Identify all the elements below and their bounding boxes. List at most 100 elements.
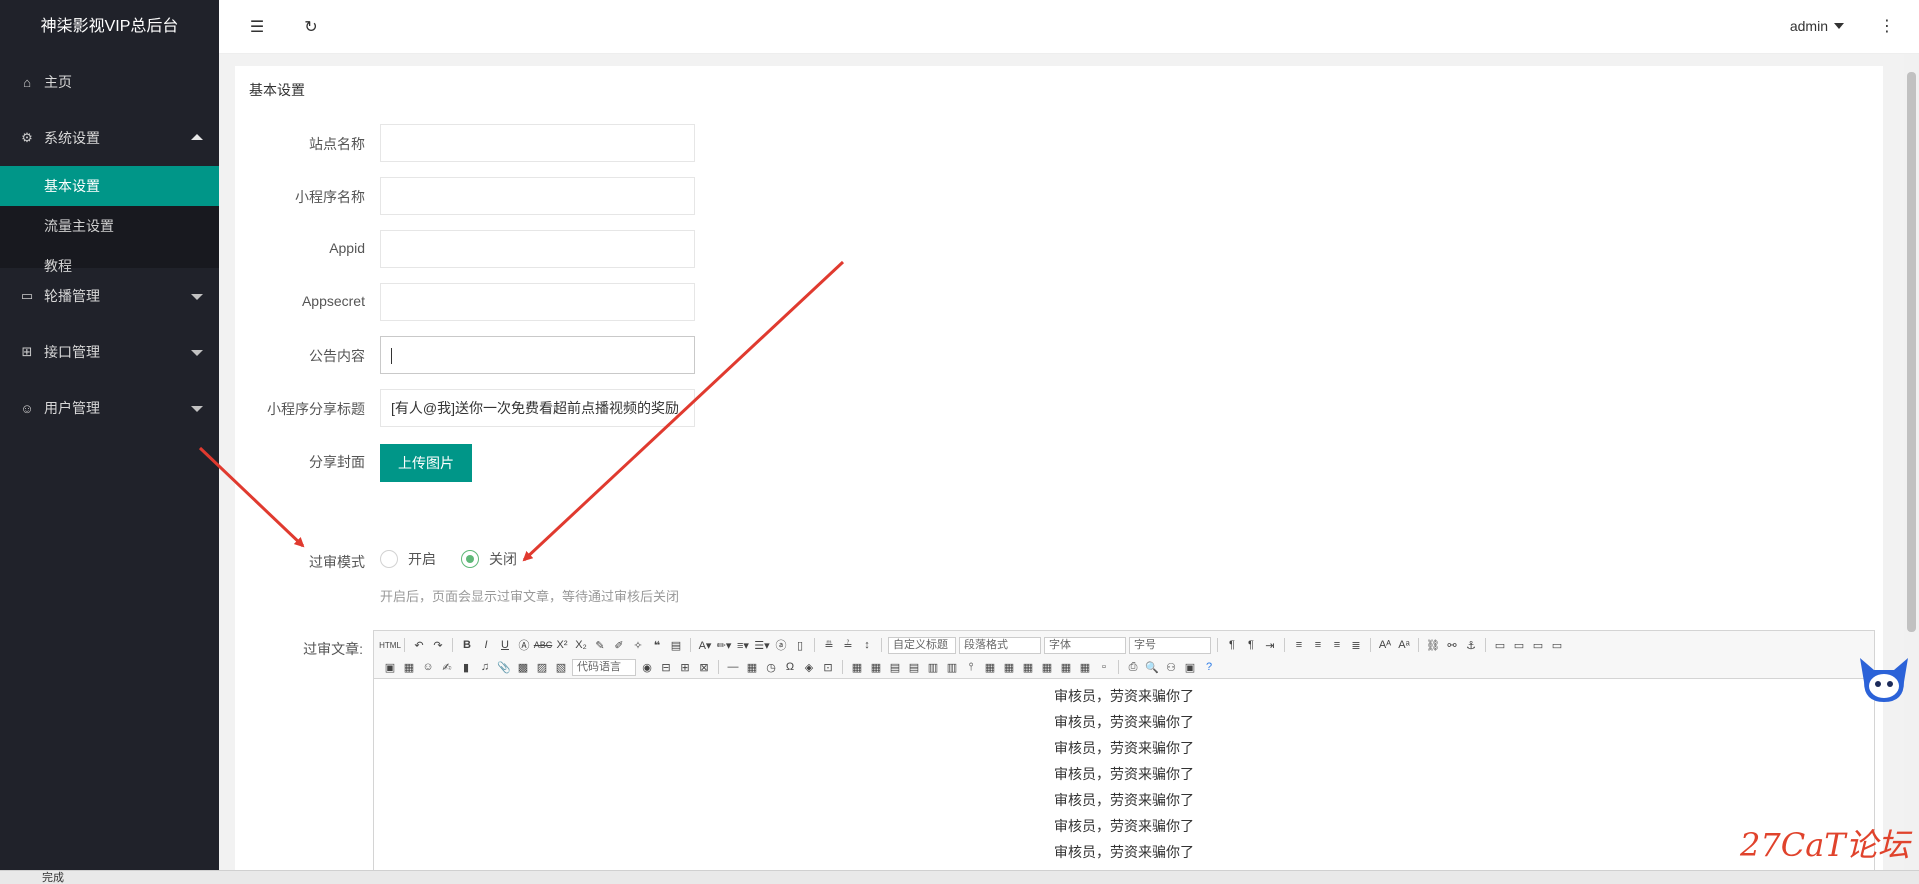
map-icon[interactable]: ▩ <box>515 659 531 675</box>
row-spacing-bottom-icon[interactable]: ≟ <box>840 637 856 653</box>
time-icon[interactable]: ◷ <box>763 659 779 675</box>
background-icon[interactable]: ⊟ <box>658 659 674 675</box>
snapscreen-icon[interactable]: ◈ <box>801 659 817 675</box>
italic-icon[interactable]: I <box>478 637 494 653</box>
menu-collapse-icon[interactable]: ☰ <box>247 17 267 37</box>
scrawl-icon[interactable]: ✍ <box>439 659 455 675</box>
eraser-icon[interactable]: ✎ <box>592 637 608 653</box>
lowercase-icon[interactable]: Aᵃ <box>1396 637 1412 653</box>
custom-heading-select[interactable]: 自定义标题 <box>888 636 956 654</box>
print-icon[interactable]: ⎙ <box>1125 659 1141 675</box>
highlight-color-icon[interactable]: ✏▾ <box>716 637 732 653</box>
nav-item-system-settings[interactable]: ⚙ 系统设置 <box>0 110 219 166</box>
paragraph-format-select[interactable]: 段落格式 <box>959 636 1041 654</box>
music-icon[interactable]: ♫ <box>477 659 493 675</box>
paste-plain-icon[interactable]: ▤ <box>668 637 684 653</box>
insert-video-icon[interactable]: ▮ <box>458 659 474 675</box>
word-count-icon[interactable]: ▣ <box>1182 659 1198 675</box>
special-chars-icon[interactable]: Ω <box>782 659 798 675</box>
superscript-icon[interactable]: X² <box>554 637 570 653</box>
mini-name-input[interactable] <box>380 177 695 215</box>
row-spacing-top-icon[interactable]: ≞ <box>821 637 837 653</box>
wordimage-icon[interactable]: ⊠ <box>696 659 712 675</box>
clear-doc-icon[interactable]: ▯ <box>792 637 808 653</box>
bold-icon[interactable]: B <box>459 637 475 653</box>
horizontal-rule-icon[interactable]: — <box>725 659 741 675</box>
review-on-radio[interactable]: 开启 <box>380 549 436 569</box>
strikethrough-icon[interactable]: ABC <box>534 637 553 653</box>
auto-typeset-icon[interactable]: ✧ <box>630 637 646 653</box>
review-off-radio[interactable]: 关闭 <box>461 549 517 569</box>
user-menu[interactable]: admin <box>1790 18 1844 34</box>
redo-icon[interactable]: ↷ <box>430 637 446 653</box>
notice-input[interactable] <box>380 336 695 374</box>
line-height-icon[interactable]: ↕ <box>859 637 875 653</box>
appid-input[interactable] <box>380 230 695 268</box>
rtl-icon[interactable]: ¶ <box>1243 637 1259 653</box>
format-brush-icon[interactable]: ✐ <box>611 637 627 653</box>
underline-icon[interactable]: U <box>497 637 513 653</box>
chart-icon[interactable]: ▫ <box>1096 659 1112 675</box>
appsecret-input[interactable] <box>380 283 695 321</box>
merge-cells-icon[interactable]: ▦ <box>982 659 998 675</box>
font-color-icon[interactable]: A▾ <box>697 637 713 653</box>
drafts-icon[interactable]: ⚇ <box>1163 659 1179 675</box>
image-center-icon[interactable]: ▭ <box>1549 637 1565 653</box>
template-icon[interactable]: ⊞ <box>677 659 693 675</box>
preview-icon[interactable]: 🔍 <box>1144 659 1160 675</box>
align-right-icon[interactable]: ≡ <box>1329 637 1345 653</box>
align-justify-icon[interactable]: ≣ <box>1348 637 1364 653</box>
searchreplace-icon[interactable]: ⊡ <box>820 659 836 675</box>
merge-right-icon[interactable]: ▦ <box>1001 659 1017 675</box>
insert-table-icon[interactable]: ▦ <box>849 659 865 675</box>
align-center-icon[interactable]: ≡ <box>1310 637 1326 653</box>
page-break-icon[interactable]: ◉ <box>639 659 655 675</box>
nav-item-home[interactable]: ⌂ 主页 <box>0 54 219 110</box>
upload-image-button[interactable]: 上传图片 <box>380 444 472 482</box>
subnav-item-basic-settings[interactable]: 基本设置 <box>0 166 219 206</box>
image-none-icon[interactable]: ▭ <box>1492 637 1508 653</box>
split-rows-icon[interactable]: ▦ <box>1058 659 1074 675</box>
refresh-icon[interactable]: ↻ <box>301 17 321 37</box>
link-icon[interactable]: ⛓ <box>1425 637 1441 653</box>
ltr-icon[interactable]: ¶ <box>1224 637 1240 653</box>
unordered-list-icon[interactable]: ☰▾ <box>754 637 770 653</box>
page-scrollbar[interactable] <box>1904 54 1919 870</box>
select-all-icon[interactable]: ⓐ <box>773 637 789 653</box>
mascot-icon[interactable] <box>1854 648 1914 710</box>
share-title-input[interactable]: [有人@我]送你一次免费看超前点播视频的奖励 <box>380 389 695 427</box>
more-icon[interactable]: ⋮ <box>1879 16 1895 36</box>
font-border-icon[interactable]: Ⓐ <box>516 637 532 653</box>
nav-item-users[interactable]: ☺ 用户管理 <box>0 380 219 436</box>
scrollbar-thumb[interactable] <box>1907 72 1916 632</box>
insert-row-icon[interactable]: ▤ <box>906 659 922 675</box>
font-size-select[interactable]: 字号 <box>1129 636 1211 654</box>
delete-row-icon[interactable]: ▥ <box>925 659 941 675</box>
ordered-list-icon[interactable]: ≡▾ <box>735 637 751 653</box>
insert-frame-icon[interactable]: ▧ <box>553 659 569 675</box>
uppercase-icon[interactable]: Aᴬ <box>1377 637 1393 653</box>
editor-content[interactable]: 审核员，劳资来骗你了 审核员，劳资来骗你了 审核员，劳资来骗你了 审核员，劳资来… <box>374 679 1874 865</box>
insert-col-icon[interactable]: ▥ <box>944 659 960 675</box>
attachment-icon[interactable]: 📎 <box>496 659 512 675</box>
image-left-icon[interactable]: ▭ <box>1511 637 1527 653</box>
nav-item-carousel[interactable]: ▭ 轮播管理 <box>0 268 219 324</box>
indent-icon[interactable]: ⇥ <box>1262 637 1278 653</box>
anchor-icon[interactable]: ⚓ <box>1463 637 1479 653</box>
split-cols-icon[interactable]: ▦ <box>1077 659 1093 675</box>
gmap-icon[interactable]: ▨ <box>534 659 550 675</box>
subnav-item-traffic-settings[interactable]: 流量主设置 <box>0 206 219 246</box>
insert-image-icon[interactable]: ▦ <box>401 659 417 675</box>
insert-paragraph-icon[interactable]: ▤ <box>887 659 903 675</box>
simple-upload-icon[interactable]: ▣ <box>382 659 398 675</box>
unlink-icon[interactable]: ⚯ <box>1444 637 1460 653</box>
split-cells-icon[interactable]: ▦ <box>1039 659 1055 675</box>
nav-item-api[interactable]: ⊞ 接口管理 <box>0 324 219 380</box>
merge-down-icon[interactable]: ▦ <box>1020 659 1036 675</box>
help-icon[interactable]: ? <box>1201 659 1217 675</box>
blockquote-icon[interactable]: ❝ <box>649 637 665 653</box>
font-family-select[interactable]: 字体 <box>1044 636 1126 654</box>
delete-table-icon[interactable]: ▦ <box>868 659 884 675</box>
image-right-icon[interactable]: ▭ <box>1530 637 1546 653</box>
subscript-icon[interactable]: X₂ <box>573 637 589 653</box>
